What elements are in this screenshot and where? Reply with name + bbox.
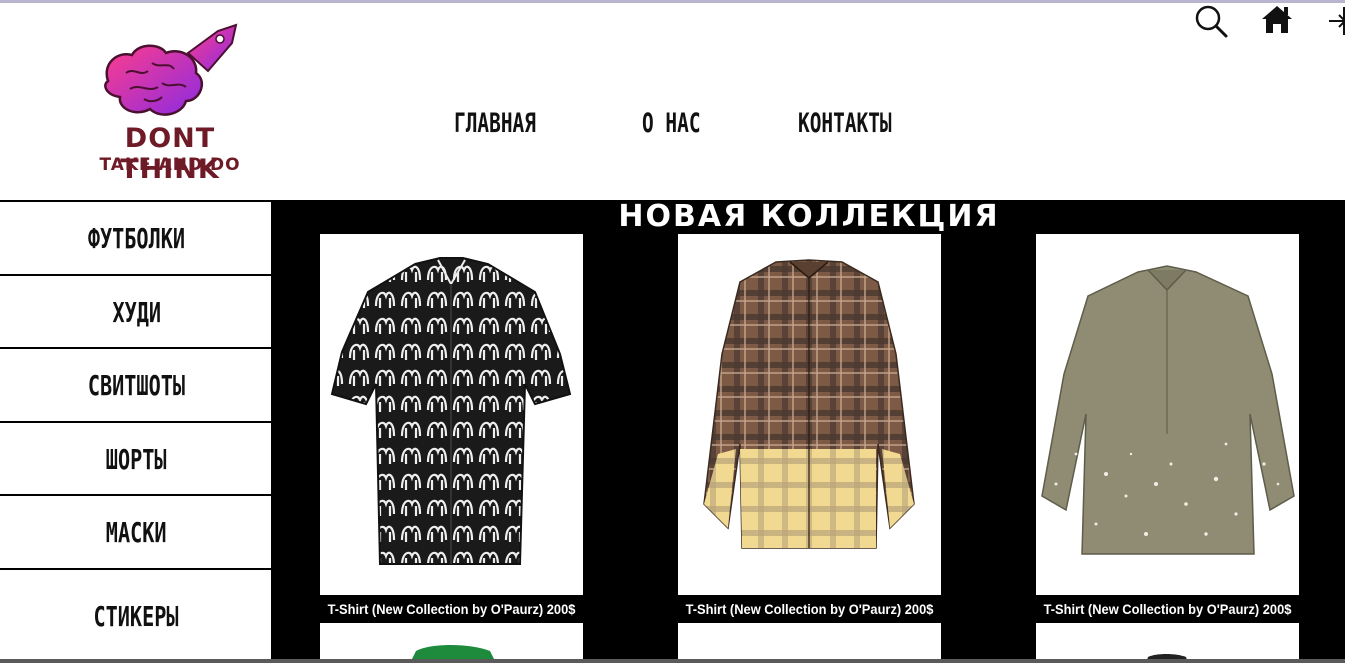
sidebar-item-label: МАСКИ: [106, 515, 167, 549]
product-area: НОВАЯ КОЛЛЕКЦИЯ T-Shirt (New Collection …: [273, 200, 1345, 663]
sidebar-item-label: СВИТШОТЫ: [87, 368, 186, 402]
product-image-partial[interactable]: [1036, 623, 1299, 663]
brand-logo[interactable]: DONT THINK TAKE AND DO: [70, 23, 270, 185]
product-image-partial[interactable]: [678, 623, 941, 663]
sidebar-item-sweatshirts[interactable]: СВИТШОТЫ: [0, 347, 273, 421]
sidebar-item-masks[interactable]: МАСКИ: [0, 494, 273, 568]
home-icon[interactable]: [1260, 3, 1296, 39]
collection-title: НОВАЯ КОЛЛЕКЦИЯ: [618, 200, 1000, 234]
login-icon[interactable]: [1327, 3, 1345, 39]
sidebar-item-tshirts[interactable]: ФУТБОЛКИ: [0, 200, 273, 274]
search-icon[interactable]: [1193, 3, 1229, 39]
nav-link-contacts[interactable]: КОНТАКТЫ: [798, 108, 892, 139]
product-caption: T-Shirt (New Collection by O'Paurz) 200$: [1043, 601, 1292, 617]
brain-rocket-logo-icon: [104, 23, 238, 116]
product-image-partial[interactable]: [320, 623, 583, 663]
sidebar-item-shorts[interactable]: ШОРТЫ: [0, 421, 273, 495]
product-caption: T-Shirt (New Collection by O'Paurz) 200$: [685, 601, 934, 617]
brand-slogan: TAKE AND DO: [99, 155, 241, 175]
product-image-shirt-plaid[interactable]: [678, 234, 941, 595]
site-header: DONT THINK TAKE AND DO ГЛАВНАЯ О НАС КОН…: [0, 3, 1345, 200]
product-caption: T-Shirt (New Collection by O'Paurz) 200$: [327, 601, 576, 617]
sidebar-item-label: ШОРТЫ: [106, 442, 167, 476]
sidebar-item-label: ФУТБОЛКИ: [87, 221, 186, 255]
sidebar-item-hoodies[interactable]: ХУДИ: [0, 274, 273, 348]
horizontal-scrollbar[interactable]: [0, 659, 1345, 663]
nav-link-home[interactable]: ГЛАВНАЯ: [454, 108, 536, 139]
sidebar-item-stickers[interactable]: СТИКЕРЫ: [0, 568, 273, 663]
nav-link-about[interactable]: О НАС: [642, 108, 701, 139]
product-image-shirt-olive-splatter[interactable]: [1036, 234, 1299, 595]
category-sidebar: ФУТБОЛКИ ХУДИ СВИТШОТЫ ШОРТЫ МАСКИ СТИКЕ…: [0, 200, 273, 663]
sidebar-item-label: ХУДИ: [112, 295, 161, 329]
sidebar-item-label: СТИКЕРЫ: [94, 600, 179, 633]
product-image-shirt-gothic-print[interactable]: [320, 234, 583, 595]
brand-name: DONT THINK: [120, 123, 220, 185]
